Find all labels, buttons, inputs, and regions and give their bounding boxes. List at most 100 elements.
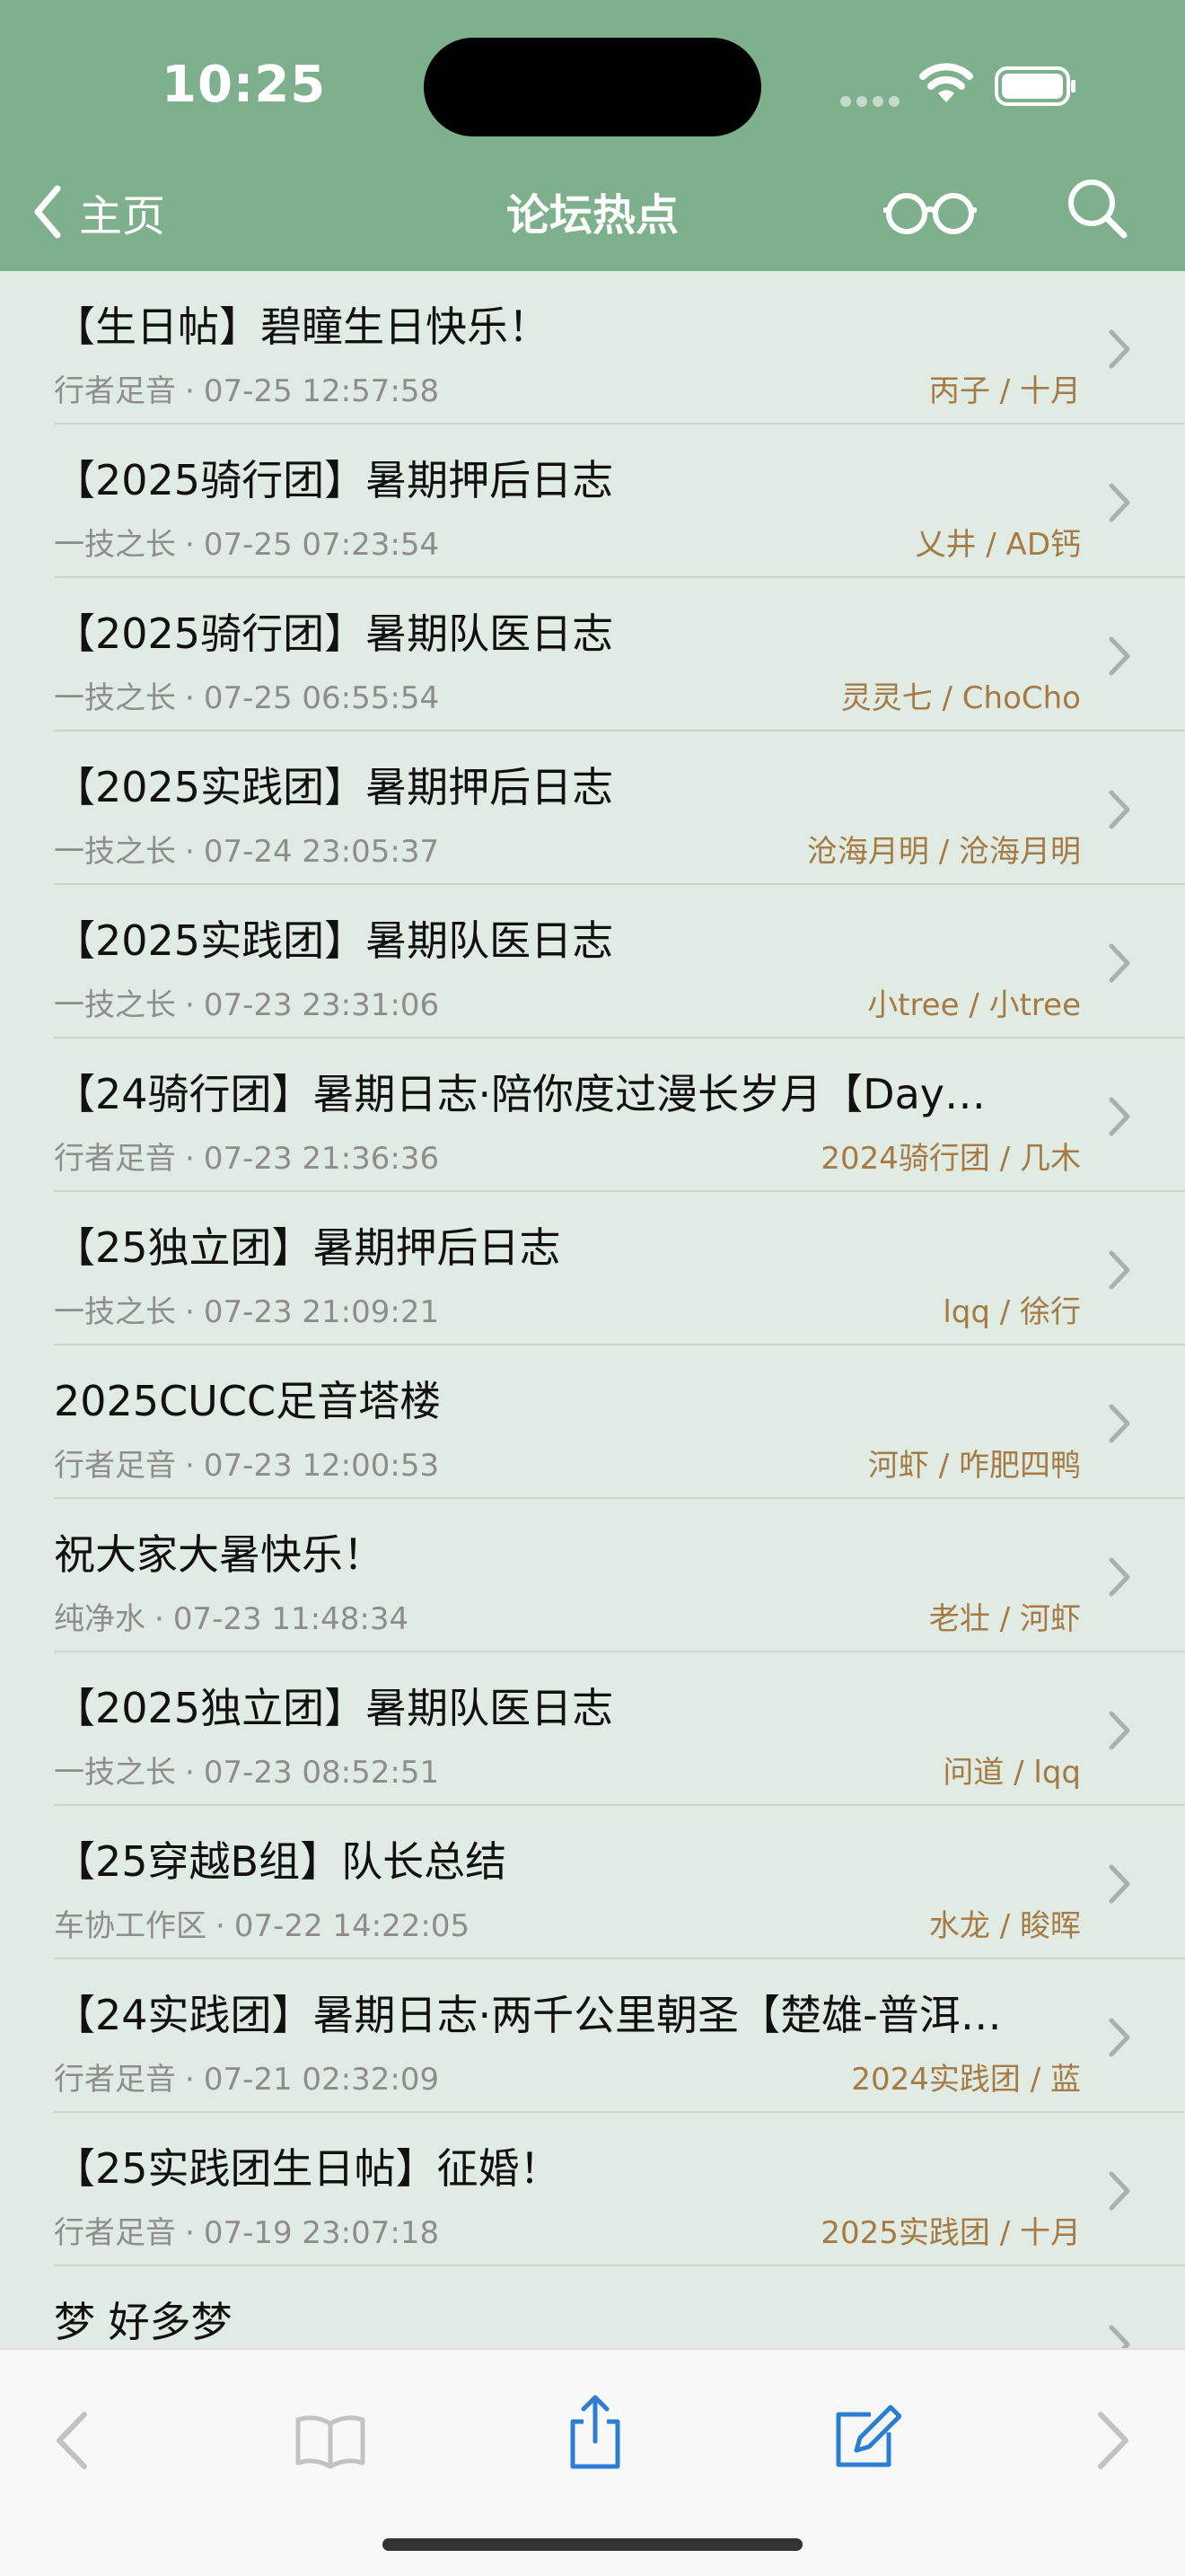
topic-row[interactable]: 【2025实践团】暑期押后日志一技之长 · 07-24 23:05:37 沧海月明 /… [0,732,1185,885]
meta-separator: · [185,2062,195,2098]
topic-time: 07-25 07:23:54 [203,527,440,563]
topic-time: 07-23 23:31:06 [203,987,440,1023]
navigation-header: 10:25 主页 论坛热点 [0,0,1185,271]
topic-meta: 行者足音 · 07-21 02:32:09 [54,2055,439,2098]
topic-authors: 水龙 / 睃晖 [928,1908,1081,1944]
chevron-right-icon [1108,635,1131,680]
topic-board: 行者足音 [54,1448,176,1484]
topic-time: 07-25 06:55:54 [203,680,440,716]
topic-meta: 行者足音 · 07-23 21:36:36 [54,1134,439,1178]
topic-time: 07-21 02:32:09 [203,2062,440,2098]
search-icon[interactable] [1065,176,1129,241]
topic-meta: 一技之长 · 07-23 23:31:06 [54,980,439,1024]
topic-authors: 小tree / 小tree [867,987,1081,1023]
home-indicator [382,2538,803,2551]
topic-title: 祝大家大暑快乐！ [54,1530,384,1579]
topic-meta: 一技之长 · 07-24 23:05:37 [54,827,439,871]
topic-title: 【2025实践团】暑期押后日志 [54,763,614,811]
chevron-right-icon [1108,482,1131,527]
topic-meta: 车协工作区 · 07-22 14:22:05 [54,1901,470,1945]
topic-title: 【24骑行团】暑期日志·陪你度过漫长岁月【Day… [54,1070,986,1118]
topic-board: 一技之长 [54,834,176,870]
topic-list: 【生日帖】碧瞳生日快乐！ 行者足音 · 07-25 12:57:58 丙子 / 十月 【2… [0,271,1185,2348]
topic-time: 07-23 08:52:51 [203,1755,440,1791]
meta-separator: · [185,680,195,716]
topic-title: 【2025独立团】暑期队医日志 [54,1684,614,1732]
topic-authors: 问道 / lqq [943,1755,1081,1791]
reader-mode-icon[interactable] [883,185,977,239]
topic-row[interactable]: 【25独立团】暑期押后日志 一技之长 · 07-23 21:09:21 lqq / 徐行 [0,1192,1185,1345]
chevron-right-icon [1108,942,1131,987]
topic-title: 【24实践团】暑期日志·两千公里朝圣【楚雄-普洱… [54,1991,1002,2039]
page-title: 论坛热点 [505,190,679,241]
topic-row[interactable]: 【2025骑行团】暑期押后日志一技之长 · 07-25 07:23:54 乂井 / A… [0,425,1185,578]
topic-title: 2025CUCC足音塔楼 [54,1377,442,1425]
meta-separator: · [185,1448,195,1484]
topic-authors: 丙子 / 十月 [928,373,1081,409]
topic-row[interactable]: 2025CUCC足音塔楼 行者足音 · 07-23 12:00:53 河虾 / 咋肥四鸭 [0,1345,1185,1499]
topic-board: 车协工作区 [54,1908,206,1944]
topic-meta: 一技之长 · 07-23 08:52:51 [54,1748,439,1792]
chevron-right-icon [1108,2170,1131,2215]
forward-arrow-icon[interactable] [1093,2409,1133,2472]
chevron-right-icon [1108,789,1131,834]
topic-title: 【生日帖】碧瞳生日快乐！ [54,302,549,351]
topic-time: 07-23 21:09:21 [203,1294,440,1330]
topic-meta: 一技之长 · 07-25 06:55:54 [54,673,439,717]
topic-time: 07-25 12:57:58 [203,373,440,409]
chevron-right-icon [1108,1403,1131,1448]
topic-board: 一技之长 [54,987,176,1023]
book-icon[interactable] [293,2413,368,2470]
topic-time: 07-24 23:05:37 [203,834,440,870]
topic-time: 07-19 23:07:18 [203,2215,440,2251]
topic-authors: 沧海月明 / 沧海月明 [806,834,1081,870]
meta-separator: · [185,373,195,409]
share-icon[interactable] [566,2393,625,2472]
topic-row[interactable]: 【25穿越B组】队长总结车协工作区 · 07-22 14:22:05 水龙 / 睃晖 [0,1806,1185,1959]
topic-board: 行者足音 [54,2215,176,2251]
chevron-right-icon [1108,1096,1131,1141]
topic-time: 07-22 14:22:05 [233,1908,470,1944]
topic-meta: 一技之长 · 07-23 21:09:21 [54,1287,439,1331]
topic-title: 【25独立团】暑期押后日志 [54,1223,561,1272]
chevron-right-icon [1108,2017,1131,2062]
topic-authors: 乂井 / AD钙 [915,527,1081,563]
topic-row[interactable]: 【24骑行团】暑期日志·陪你度过漫长岁月【Day… 行者足音 · 07-23 21:3… [0,1038,1185,1192]
topic-meta: 一技之长 · 07-25 07:23:54 [54,520,439,564]
chevron-right-icon [1108,329,1131,373]
meta-separator: · [215,1908,225,1944]
topic-row[interactable]: 【2025实践团】暑期队医日志一技之长 · 07-23 23:31:06 小tree … [0,885,1185,1038]
topic-meta: 行者足音 · 07-25 12:57:58 [54,366,439,410]
topic-row[interactable]: 【生日帖】碧瞳生日快乐！ 行者足音 · 07-25 12:57:58 丙子 / 十月 [0,271,1185,425]
topic-row[interactable]: 【2025骑行团】暑期队医日志 一技之长 · 07-25 06:55:54 灵灵七 / … [0,578,1185,732]
topic-board: 一技之长 [54,1294,176,1330]
topic-row[interactable]: 【2025独立团】暑期队医日志一技之长 · 07-23 08:52:51 问道 / l… [0,1652,1185,1806]
status-time: 10:25 [162,56,327,114]
topic-board: 行者足音 [54,1141,176,1177]
chevron-right-icon [1108,1863,1131,1908]
topic-row[interactable]: 【25实践团生日帖】征婚！ 行者足音 · 07-19 23:07:18 2025实践团 … [0,2113,1185,2266]
compose-icon[interactable] [830,2402,901,2474]
topic-board: 一技之长 [54,1755,176,1791]
topic-board: 一技之长 [54,527,176,563]
topic-row[interactable]: 祝大家大暑快乐！ 纯净水 · 07-23 11:48:34 老壮 / 河虾 [0,1499,1185,1652]
chevron-right-icon [1108,1249,1131,1294]
dynamic-island [424,38,761,136]
topic-title: 【2025实践团】暑期队医日志 [54,916,614,965]
topic-meta: 纯净水 · 07-23 11:48:34 [54,1594,408,1638]
meta-separator: · [185,834,195,870]
back-arrow-icon[interactable] [52,2409,92,2472]
topic-row[interactable]: 梦 好多梦 [0,2266,1185,2348]
topic-title: 【25穿越B组】队长总结 [54,1837,507,1886]
chevron-right-icon [1108,1710,1131,1755]
chevron-right-icon [1108,1556,1131,1601]
topic-authors: 灵灵七 / ChoCho [840,680,1081,716]
meta-separator: · [185,527,195,563]
meta-separator: · [185,2215,195,2251]
topic-row[interactable]: 【24实践团】暑期日志·两千公里朝圣【楚雄-普洱… 行者足音 · 07-21 02:3… [0,1959,1185,2113]
topic-authors: 2024实践团 / 蓝 [851,2062,1081,2098]
topic-board: 行者足音 [54,373,176,409]
topic-board: 一技之长 [54,680,176,716]
topic-title: 【2025骑行团】暑期押后日志 [54,456,614,504]
wifi-icon [919,63,973,102]
